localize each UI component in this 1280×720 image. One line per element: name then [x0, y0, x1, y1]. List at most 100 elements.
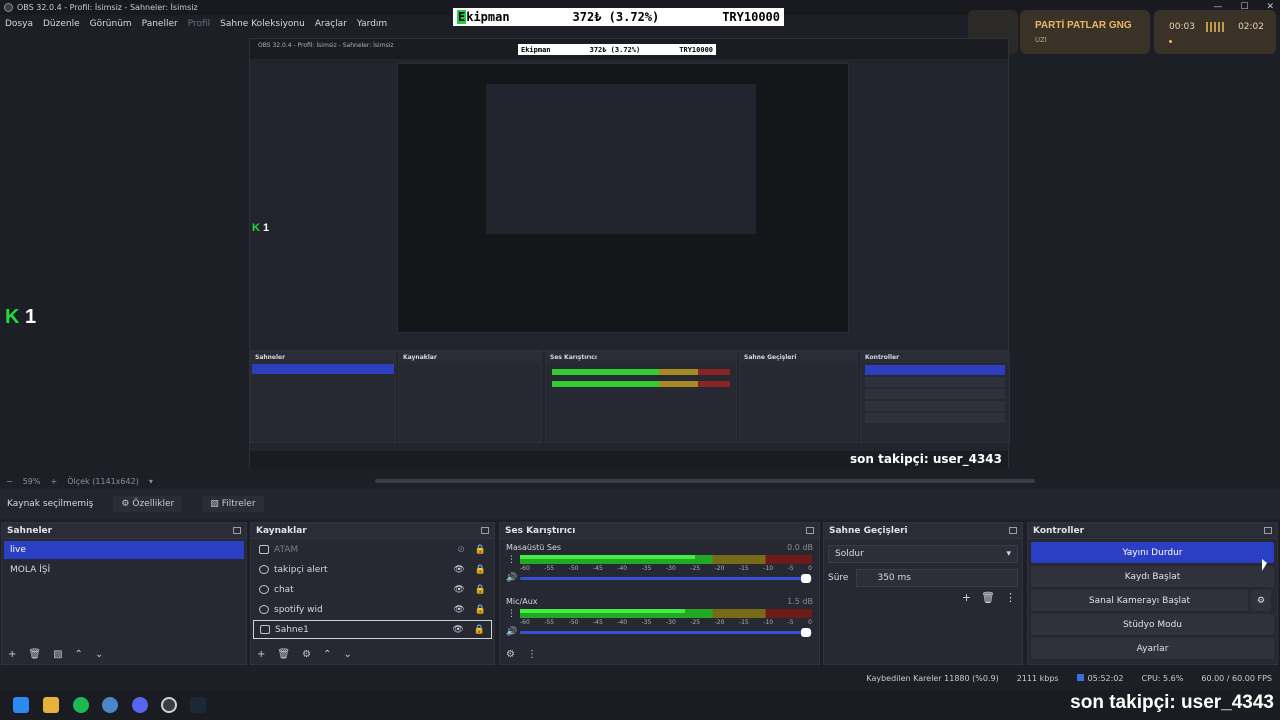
- eye-icon[interactable]: 👁: [453, 585, 464, 595]
- undock-icon[interactable]: [481, 527, 489, 534]
- globe-icon: [259, 565, 269, 574]
- spotify-icon[interactable]: [73, 697, 89, 713]
- arrow-down-icon[interactable]: ⌄: [95, 649, 103, 660]
- eye-icon[interactable]: 👁: [452, 625, 463, 635]
- duration-field[interactable]: 350 ms: [856, 569, 1018, 587]
- eye-icon[interactable]: 👁: [453, 565, 464, 575]
- controls-dock: Kontroller Yayını Durdur Kaydı Başlat Sa…: [1027, 522, 1278, 665]
- menu-bar: Dosya Düzenle Görünüm Paneller Profil Sa…: [0, 15, 387, 32]
- undock-icon[interactable]: [1009, 527, 1017, 534]
- sources-title: Kaynaklar: [256, 525, 307, 536]
- source-item[interactable]: ATAM ⊘ 🔒: [253, 540, 492, 559]
- image-icon: [259, 545, 269, 554]
- more-icon[interactable]: ⋮: [1005, 591, 1016, 604]
- source-item[interactable]: chat 👁 🔒: [253, 580, 492, 599]
- mixer-footer: ⚙ ⋮: [500, 644, 819, 664]
- volume-slider[interactable]: [520, 628, 812, 637]
- undock-icon[interactable]: [233, 527, 241, 534]
- start-virtual-camera-button[interactable]: Sanal Kamerayı Başlat: [1031, 590, 1248, 611]
- fps: 60.00 / 60.00 FPS: [1201, 673, 1272, 683]
- add-icon[interactable]: +: [257, 649, 265, 660]
- arrow-up-icon[interactable]: ⌃: [323, 649, 331, 660]
- add-icon[interactable]: +: [8, 649, 16, 660]
- source-item[interactable]: Sahne1 👁 🔒: [253, 620, 492, 639]
- mouse-cursor-icon: [1262, 559, 1267, 571]
- arrow-up-icon[interactable]: ⌃: [75, 649, 83, 660]
- windows-start-icon[interactable]: [13, 697, 29, 713]
- scene-item-mola[interactable]: MOLA İŞİ: [4, 561, 244, 579]
- eye-icon[interactable]: 👁: [453, 605, 464, 615]
- live-timer: 05:52:02: [1076, 673, 1124, 683]
- chevron-down-icon[interactable]: ▾: [149, 477, 153, 486]
- nested-scenes: Sahneler: [250, 351, 396, 443]
- menu-tools[interactable]: Araçlar: [315, 19, 347, 29]
- filter-icon[interactable]: ▧: [53, 649, 62, 660]
- stop-streaming-button[interactable]: Yayını Durdur: [1031, 542, 1274, 563]
- file-explorer-icon[interactable]: [43, 697, 59, 713]
- menu-file[interactable]: Dosya: [5, 19, 33, 29]
- menu-scene-collection[interactable]: Sahne Koleksiyonu: [220, 19, 305, 29]
- nested-sources: Kaynaklar: [398, 351, 542, 443]
- studio-mode-button[interactable]: Stüdyo Modu: [1031, 614, 1274, 635]
- filters-button[interactable]: ▧ Filtreler: [202, 496, 264, 512]
- transition-select[interactable]: Soldur ▾: [828, 545, 1018, 563]
- trash-icon[interactable]: 🗑: [277, 649, 290, 660]
- chevron-down-icon: ▾: [1006, 549, 1011, 559]
- zoom-out-button[interactable]: −: [6, 477, 13, 486]
- bitrate: 2111 kbps: [1016, 673, 1059, 683]
- zoom-bar: − 59% + Ölçek (1141x642) ▾: [0, 474, 1280, 488]
- lock-icon[interactable]: 🔒: [474, 625, 485, 635]
- source-item[interactable]: spotify wid 👁 🔒: [253, 600, 492, 619]
- obs-icon[interactable]: [161, 697, 177, 713]
- speaker-icon[interactable]: 🔊: [506, 573, 517, 583]
- lock-icon[interactable]: 🔒: [475, 585, 486, 595]
- trash-icon[interactable]: 🗑: [981, 591, 995, 604]
- meter-ticks: -60 -55 -50 -45 -40 -35 -30 -25 -20 -15 -10 -5 0: [520, 565, 812, 572]
- level-fill: [520, 609, 685, 613]
- source-item[interactable]: takipçi alert 👁 🔒: [253, 560, 492, 579]
- horizontal-scrollbar[interactable]: [375, 479, 1035, 483]
- scene-item-live[interactable]: live: [4, 541, 244, 559]
- zoom-percent: 59%: [22, 476, 41, 486]
- lock-icon[interactable]: 🔒: [475, 605, 486, 615]
- more-icon[interactable]: ⋮: [527, 649, 537, 660]
- advanced-audio-icon[interactable]: ⚙: [506, 649, 515, 660]
- trash-icon[interactable]: 🗑: [28, 649, 41, 660]
- menu-edit[interactable]: Düzenle: [43, 19, 80, 29]
- volume-knob[interactable]: [801, 628, 811, 637]
- more-icon[interactable]: ⋮: [507, 609, 516, 619]
- eye-slash-icon[interactable]: ⊘: [457, 545, 465, 555]
- settings-button[interactable]: Ayarlar: [1031, 638, 1274, 659]
- zoom-in-button[interactable]: +: [50, 477, 57, 486]
- lock-icon[interactable]: 🔒: [475, 565, 486, 575]
- more-icon[interactable]: ⋮: [507, 555, 516, 565]
- app-icon[interactable]: [102, 697, 118, 713]
- transitions-dock: Sahne Geçişleri Soldur ▾ Süre 350 ms + 🗑 …: [823, 522, 1023, 665]
- add-icon[interactable]: +: [962, 591, 971, 604]
- arrow-down-icon[interactable]: ⌄: [343, 649, 351, 660]
- gear-icon[interactable]: ⚙: [1251, 590, 1271, 611]
- status-bar: Kaybedilen Kareler 11880 (%0.9) 2111 kbp…: [0, 670, 1280, 686]
- speaker-icon[interactable]: 🔊: [506, 627, 517, 637]
- song-title: PARTİ PATLAR GNG: [1035, 20, 1132, 31]
- progress-dot: [1169, 40, 1172, 43]
- nested-k-mark: K 1: [252, 222, 270, 234]
- volume-knob[interactable]: [801, 574, 811, 583]
- menu-docks[interactable]: Paneller: [142, 19, 178, 29]
- obs-logo-icon: [4, 3, 13, 12]
- scale-select[interactable]: Ölçek (1141x642): [67, 477, 139, 486]
- menu-help[interactable]: Yardım: [357, 19, 387, 29]
- menu-view[interactable]: Görünüm: [90, 19, 132, 29]
- cpu-usage: CPU: 5.6%: [1141, 673, 1184, 683]
- gear-icon[interactable]: ⚙: [302, 649, 311, 660]
- properties-button[interactable]: ⚙ Özellikler: [113, 496, 183, 512]
- undock-icon[interactable]: [1264, 527, 1272, 534]
- steam-icon[interactable]: [190, 697, 206, 713]
- volume-slider[interactable]: [520, 574, 812, 583]
- meter-ticks: -60 -55 -50 -45 -40 -35 -30 -25 -20 -15 -10 -5 0: [520, 619, 812, 626]
- lock-icon[interactable]: 🔒: [475, 545, 486, 555]
- song-duration: 02:02: [1238, 22, 1264, 32]
- start-recording-button[interactable]: Kaydı Başlat: [1031, 566, 1274, 587]
- undock-icon[interactable]: [806, 527, 814, 534]
- discord-icon[interactable]: [132, 697, 148, 713]
